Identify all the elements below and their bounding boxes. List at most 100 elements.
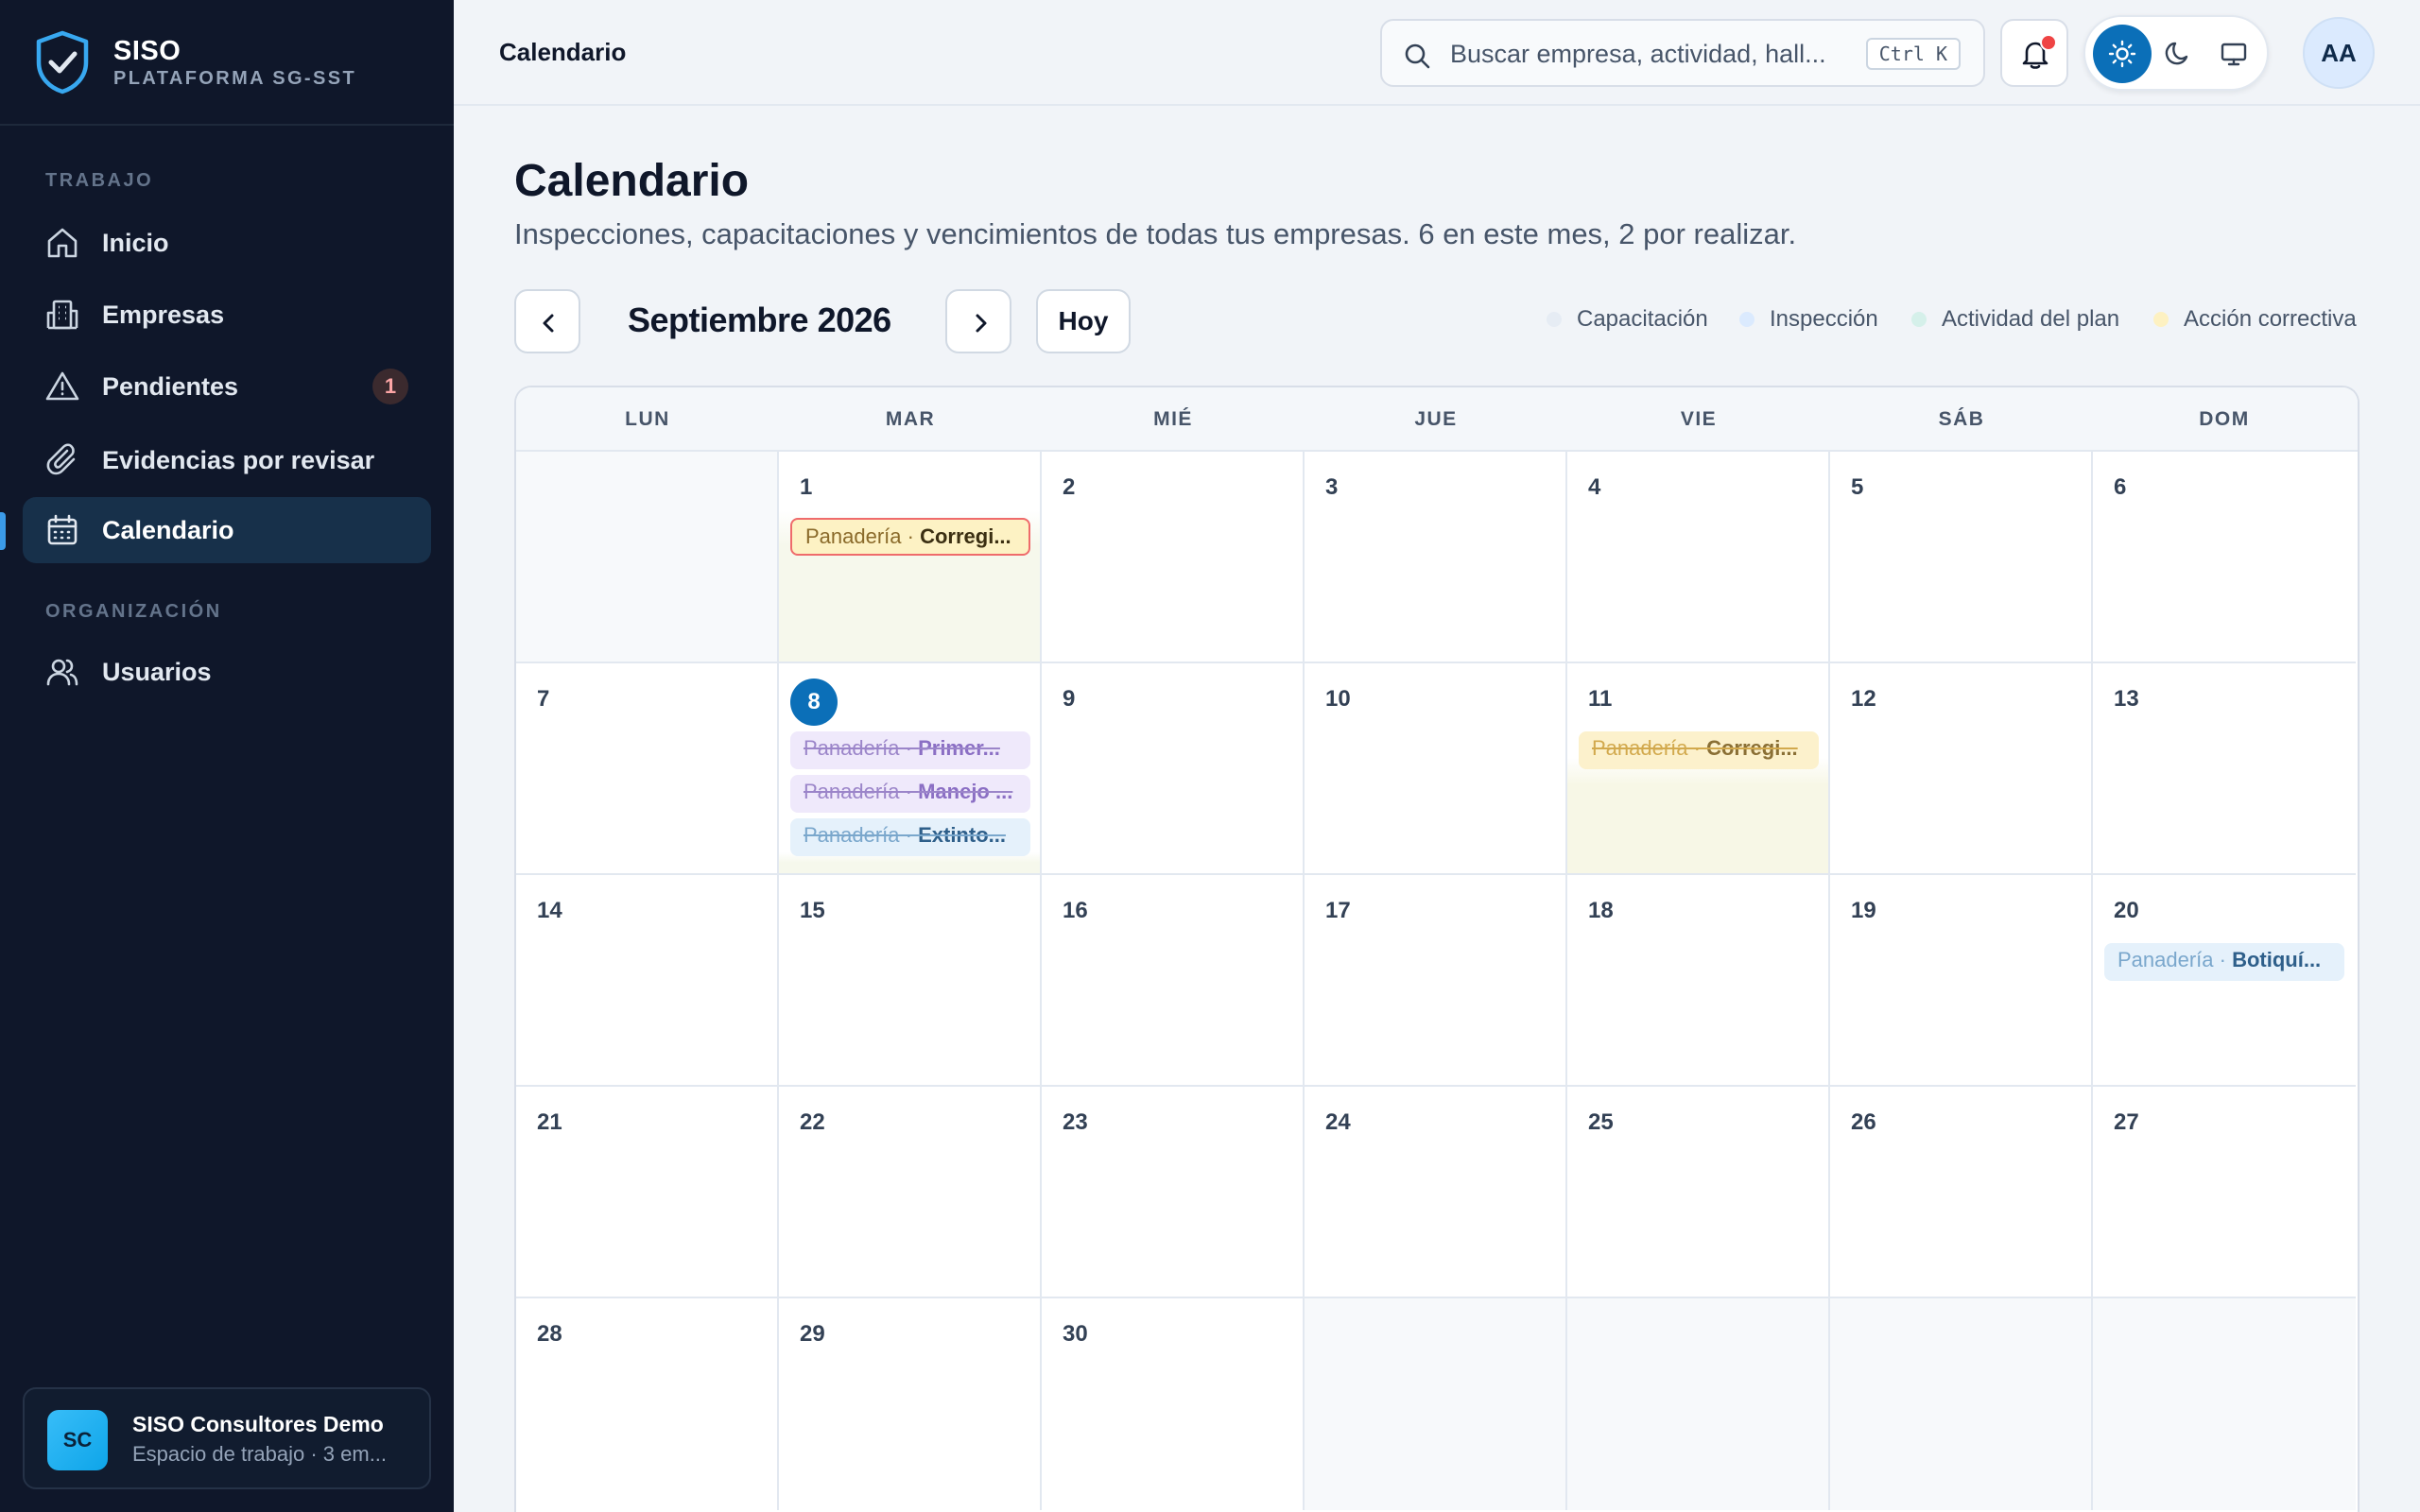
day-cell[interactable]: 21 — [516, 1087, 779, 1298]
day-cell[interactable]: 6 — [2093, 452, 2356, 663]
notification-dot — [2040, 34, 2057, 51]
day-cell[interactable]: 12 — [1830, 663, 2093, 875]
day-cell[interactable]: 28 — [516, 1298, 779, 1510]
chevron-right-icon — [976, 314, 987, 333]
day-cell[interactable]: 18 — [1567, 875, 1830, 1087]
building-icon — [46, 300, 78, 330]
day-cell[interactable]: 13 — [2093, 663, 2356, 875]
day-number: 4 — [1588, 474, 1601, 500]
sidebar-item-usuarios[interactable]: Usuarios — [23, 639, 431, 705]
day-number: 25 — [1588, 1109, 1614, 1135]
theme-light-button[interactable] — [2093, 25, 2152, 83]
active-indicator — [0, 512, 6, 550]
weekday-label: JUE — [1414, 408, 1458, 430]
day-number: 26 — [1851, 1109, 1876, 1135]
weekday-label: DOM — [2199, 408, 2250, 430]
warning-icon — [45, 371, 79, 401]
day-cell[interactable]: 1 Panadería · Corregi... — [779, 452, 1042, 663]
workspace-switcher[interactable]: SC SISO Consultores Demo Espacio de trab… — [23, 1387, 431, 1489]
user-avatar[interactable]: AA — [2303, 17, 2375, 89]
day-number: 23 — [1063, 1109, 1088, 1135]
day-cell[interactable]: 23 — [1042, 1087, 1305, 1298]
day-cell[interactable]: 3 — [1305, 452, 1567, 663]
day-number: 9 — [1063, 686, 1076, 712]
day-cell[interactable]: 25 — [1567, 1087, 1830, 1298]
day-cell[interactable]: 5 — [1830, 452, 2093, 663]
search-placeholder: Buscar empresa, actividad, hall... — [1450, 40, 1826, 68]
day-number: 24 — [1325, 1109, 1351, 1135]
today-button[interactable]: Hoy — [1036, 289, 1131, 353]
day-cell[interactable]: 14 — [516, 875, 779, 1087]
event-capacitacion[interactable]: Panadería · Primer... — [790, 731, 1030, 769]
day-cell[interactable]: 20 Panadería · Botiquí... — [2093, 875, 2356, 1087]
sidebar-item-evidencias[interactable]: Evidencias por revisar — [23, 427, 431, 493]
pending-count-badge: 1 — [372, 369, 408, 404]
search-icon — [1405, 43, 1430, 69]
day-cell-today[interactable]: 8 Panadería · Primer... Panadería · Mane… — [779, 663, 1042, 875]
day-cell[interactable]: 26 — [1830, 1087, 2093, 1298]
day-cell[interactable]: 4 — [1567, 452, 1830, 663]
legend-dot — [2153, 312, 2169, 327]
sidebar-item-calendario[interactable]: Calendario — [23, 497, 431, 563]
topbar: Calendario Buscar empresa, actividad, ha… — [454, 0, 2420, 106]
event-inspeccion[interactable]: Panadería · Botiquí... — [2104, 943, 2344, 981]
workspace-title: SISO Consultores Demo — [132, 1412, 384, 1436]
day-cell[interactable]: 9 — [1042, 663, 1305, 875]
section-label-organizacion: ORGANIZACIÓN — [45, 601, 222, 622]
sidebar-item-label: Calendario — [102, 516, 234, 544]
sidebar-item-inicio[interactable]: Inicio — [23, 210, 431, 276]
next-month-button[interactable] — [945, 289, 1011, 353]
day-cell[interactable]: 27 — [2093, 1087, 2356, 1298]
day-cell[interactable]: 17 — [1305, 875, 1567, 1087]
day-cell-empty — [1305, 1298, 1567, 1510]
theme-system-button[interactable] — [2204, 25, 2263, 83]
sidebar-item-label: Empresas — [102, 301, 225, 329]
day-cell-empty — [2093, 1298, 2356, 1510]
day-number: 13 — [2114, 686, 2139, 712]
day-cell[interactable]: 29 — [779, 1298, 1042, 1510]
legend-label: Acción correctiva — [2184, 306, 2357, 332]
day-number: 6 — [2114, 474, 2127, 500]
day-number: 30 — [1063, 1321, 1088, 1347]
search-shortcut: Ctrl K — [1865, 38, 1961, 70]
event-capacitacion[interactable]: Panadería · Manejo ... — [790, 775, 1030, 813]
today-day-number: 8 — [790, 679, 838, 726]
day-cell[interactable]: 2 — [1042, 452, 1305, 663]
day-cell[interactable]: 30 — [1042, 1298, 1305, 1510]
notifications-button[interactable] — [2000, 19, 2068, 87]
day-cell[interactable]: 22 — [779, 1087, 1042, 1298]
theme-dark-button[interactable] — [2149, 25, 2207, 83]
weekday-header: LUN MAR MIÉ JUE VIE SÁB DOM — [516, 387, 2358, 452]
day-number: 1 — [800, 474, 813, 500]
day-cell-empty — [516, 452, 779, 663]
event-accion-correctiva[interactable]: Panadería · Corregi... — [1579, 731, 1819, 769]
sidebar-item-empresas[interactable]: Empresas — [23, 282, 431, 348]
day-cell[interactable]: 24 — [1305, 1087, 1567, 1298]
page-title: Calendario — [514, 156, 750, 206]
day-number: 14 — [537, 898, 562, 923]
day-number: 11 — [1588, 686, 1613, 712]
brand[interactable]: SISO PLATAFORMA SG-SST — [0, 0, 454, 126]
day-cell[interactable]: 15 — [779, 875, 1042, 1087]
brand-title: SISO — [113, 36, 182, 66]
day-cell[interactable]: 10 — [1305, 663, 1567, 875]
prev-month-button[interactable] — [514, 289, 580, 353]
day-cell[interactable]: 11 Panadería · Corregi... — [1567, 663, 1830, 875]
day-cell[interactable]: 19 — [1830, 875, 2093, 1087]
event-accion-correctiva[interactable]: Panadería · Corregi... — [790, 518, 1030, 556]
sidebar-item-pendientes[interactable]: Pendientes 1 — [23, 353, 431, 420]
search-input[interactable]: Buscar empresa, actividad, hall... Ctrl … — [1380, 19, 1985, 87]
day-cell[interactable]: 16 — [1042, 875, 1305, 1087]
day-number: 15 — [800, 898, 825, 923]
day-number: 27 — [2114, 1109, 2139, 1135]
legend-item-actividad: Actividad del plan — [1911, 306, 2119, 333]
day-number: 7 — [537, 686, 550, 712]
monitor-icon — [2221, 43, 2247, 66]
day-number: 21 — [537, 1109, 562, 1135]
sidebar-item-label: Evidencias por revisar — [102, 446, 375, 474]
breadcrumb: Calendario — [499, 38, 627, 66]
weekday-label: SÁB — [1938, 408, 1985, 430]
event-inspeccion[interactable]: Panadería · Extinto... — [790, 818, 1030, 856]
day-number: 17 — [1325, 898, 1351, 923]
day-cell[interactable]: 7 — [516, 663, 779, 875]
